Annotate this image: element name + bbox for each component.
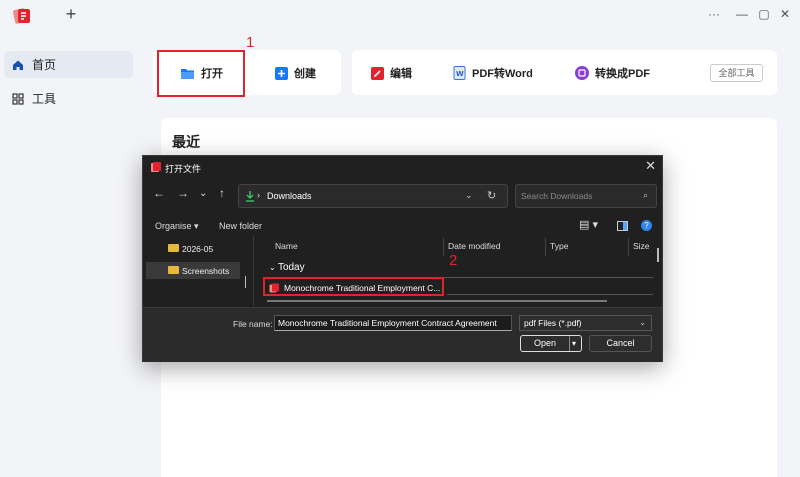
column-name[interactable]: Name: [275, 241, 298, 251]
up-icon[interactable]: ↑: [219, 186, 225, 200]
pdf-to-word-button[interactable]: W PDF转Word: [453, 65, 533, 81]
minimize-button[interactable]: —: [734, 6, 750, 22]
close-icon[interactable]: ✕: [645, 158, 656, 174]
help-icon[interactable]: ?: [641, 220, 652, 231]
title-bar: + ··· — ▢ ✕: [0, 0, 800, 32]
chevron-down-icon[interactable]: ⌄: [465, 190, 473, 201]
step-2-label: 2: [449, 252, 458, 269]
view-icon[interactable]: ▤ ▾: [579, 218, 598, 231]
organise-button[interactable]: Organise ▾: [155, 221, 199, 232]
column-separator: [443, 238, 444, 256]
folder-icon: [168, 266, 179, 274]
word-icon: W: [453, 66, 466, 80]
search-placeholder: Search Downloads: [521, 191, 593, 201]
more-options-icon[interactable]: ···: [706, 6, 722, 22]
open-file-dialog: 打开文件 ✕ ← → ⌄ ↑ › Downloads ⌄ ↻ Search Do…: [142, 155, 663, 362]
open-dialog-button[interactable]: Open ▾: [520, 335, 582, 352]
chevron-down-icon: ⌄: [639, 318, 646, 327]
convert-icon: [575, 66, 589, 80]
edit-icon: [371, 66, 384, 80]
all-tools-button[interactable]: 全部工具: [710, 64, 763, 82]
grid-icon: [12, 92, 24, 105]
column-size[interactable]: Size: [633, 241, 650, 251]
sidebar-item-tools[interactable]: 工具: [4, 85, 133, 112]
sidebar-item-home[interactable]: 首页: [4, 51, 133, 78]
column-date-modified[interactable]: Date modified: [448, 241, 500, 251]
app-logo-icon: [151, 162, 161, 172]
chevron-down-icon: ⌄: [269, 263, 278, 272]
forward-icon[interactable]: →: [177, 186, 189, 200]
file-highlight-box: [263, 277, 444, 296]
edit-label: 编辑: [390, 68, 412, 80]
split-divider: [569, 336, 570, 351]
address-bar[interactable]: › Downloads ⌄ ↻: [238, 184, 508, 208]
dialog-title: 打开文件: [165, 164, 202, 174]
edit-button[interactable]: 编辑: [371, 65, 412, 81]
home-icon: [13, 60, 23, 70]
sidebar-item-label: 工具: [32, 92, 57, 106]
search-input[interactable]: Search Downloads ⌕: [515, 184, 657, 208]
breadcrumb-chevron-icon: ›: [257, 190, 260, 200]
close-button[interactable]: ✕: [777, 6, 793, 22]
column-separator: [545, 238, 546, 256]
create-label: 创建: [294, 68, 316, 80]
row-divider: [447, 294, 653, 295]
refresh-icon[interactable]: ↻: [487, 189, 496, 202]
download-icon: [246, 191, 254, 202]
folder-icon: [168, 244, 179, 252]
open-highlight-box: [157, 50, 245, 97]
search-icon: ⌕: [642, 190, 648, 200]
file-name-input[interactable]: Monochrome Traditional Employment Contra…: [274, 315, 512, 331]
preview-pane-icon[interactable]: [617, 221, 628, 231]
address-text: Downloads: [267, 191, 312, 201]
horizontal-scrollbar[interactable]: [267, 300, 607, 302]
new-tab-button[interactable]: +: [64, 4, 78, 24]
column-type[interactable]: Type: [550, 241, 568, 251]
svg-text:W: W: [456, 70, 464, 78]
file-list-scrollbar[interactable]: [657, 248, 659, 262]
recent-title: 最近: [172, 134, 200, 150]
recent-locations-icon[interactable]: ⌄: [199, 188, 207, 199]
nav-item-2026-05[interactable]: 2026-05: [146, 240, 240, 257]
convert-to-pdf-label: 转换成PDF: [595, 68, 650, 80]
file-type-select[interactable]: pdf Files (*.pdf) ⌄: [519, 315, 652, 331]
back-icon[interactable]: ←: [153, 186, 165, 200]
app-logo-icon: [13, 8, 30, 24]
cancel-button[interactable]: Cancel: [589, 335, 652, 352]
new-folder-button[interactable]: New folder: [219, 221, 262, 231]
file-name-label: File name:: [233, 319, 273, 329]
nav-item-screenshots[interactable]: Screenshots: [146, 262, 240, 279]
pdf-to-word-label: PDF转Word: [472, 68, 533, 80]
nav-scrollbar[interactable]: [245, 276, 246, 288]
column-separator: [628, 238, 629, 256]
group-today[interactable]: ⌄ Today: [269, 262, 305, 273]
chevron-down-icon[interactable]: ▾: [572, 336, 576, 351]
convert-to-pdf-button[interactable]: 转换成PDF: [575, 65, 650, 81]
pane-divider[interactable]: [253, 236, 254, 306]
create-button[interactable]: 创建: [275, 65, 316, 81]
maximize-button[interactable]: ▢: [756, 6, 772, 22]
plus-icon: [275, 66, 288, 80]
sidebar-item-label: 首页: [32, 58, 57, 72]
step-1-label: 1: [246, 34, 255, 51]
